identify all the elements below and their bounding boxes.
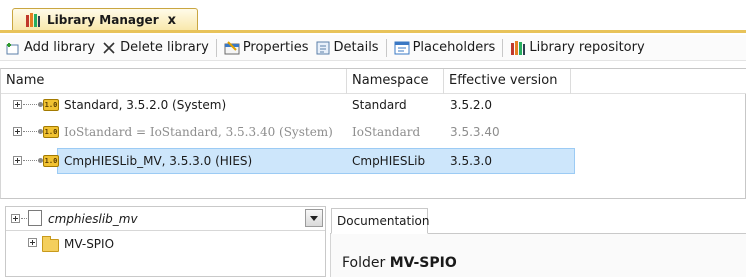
expand-icon[interactable]: [13, 127, 22, 136]
placeholders-icon: [394, 41, 410, 54]
column-header-name[interactable]: Name: [1, 69, 347, 94]
library-version-icon: 1.0: [43, 155, 59, 167]
details-icon: [316, 41, 330, 54]
library-name: Standard, 3.5.2.0 (System): [64, 98, 227, 112]
library-repository-label: Library repository: [529, 40, 645, 55]
properties-label: Properties: [242, 40, 309, 55]
add-library-label: Add library: [24, 40, 96, 55]
library-namespace: CmpHIESLib: [352, 154, 426, 168]
tree-connector: [23, 131, 39, 132]
library-repository-icon: [511, 40, 526, 55]
document-tab-strip: Library Manager x: [0, 0, 746, 34]
properties-button[interactable]: Properties: [221, 37, 312, 59]
library-repository-button[interactable]: Library repository: [507, 37, 647, 59]
details-label: Details: [333, 40, 379, 55]
delete-library-label: Delete library: [120, 40, 209, 55]
library-version-icon: 1.0: [43, 126, 59, 138]
expand-icon[interactable]: [28, 238, 37, 247]
toolbar-separator: [215, 38, 217, 57]
dropdown-arrow-icon[interactable]: [305, 209, 323, 227]
library-namespace: IoStandard: [352, 125, 421, 139]
properties-icon: [224, 40, 240, 54]
collapse-icon[interactable]: [11, 214, 20, 223]
library-name: IoStandard = IoStandard, 3.5.3.40 (Syste…: [64, 125, 333, 139]
placeholders-label: Placeholders: [412, 40, 496, 55]
column-header-effective-version[interactable]: Effective version: [444, 69, 571, 94]
library-version: 3.5.2.0: [450, 98, 492, 112]
expand-icon[interactable]: [13, 156, 22, 165]
library-icon: [26, 13, 40, 27]
folder-caption: Folder MV-SPIO: [342, 255, 457, 271]
library-root-label: cmphieslib_mv: [48, 212, 138, 226]
library-version: 3.5.3.40: [450, 125, 500, 139]
details-button[interactable]: Details: [312, 37, 382, 59]
delete-icon: [103, 41, 115, 54]
tab-library-manager[interactable]: Library Manager x: [12, 8, 198, 31]
add-library-icon: [6, 42, 19, 54]
library-version-icon: 1.0: [43, 99, 59, 111]
library-tree-pane: cmphieslib_mv MV-SPIO: [5, 206, 326, 277]
tree-item-label: MV-SPIO: [64, 237, 115, 251]
tree-connector: [23, 104, 39, 105]
library-grid: Name Namespace Effective version 1.0 Sta…: [0, 68, 746, 199]
tree-connector: [23, 160, 39, 161]
placeholders-button[interactable]: Placeholders: [391, 37, 499, 59]
table-row[interactable]: 1.0 IoStandard = IoStandard, 3.5.3.40 (S…: [1, 121, 746, 143]
close-icon[interactable]: x: [168, 13, 176, 28]
toolbar-separator: [502, 38, 504, 57]
tab-title: Library Manager: [47, 13, 159, 27]
documentation-body: Folder MV-SPIO: [330, 234, 746, 277]
documentation-pane: Documentation Folder MV-SPIO: [330, 206, 746, 277]
folder-icon: [42, 236, 59, 252]
library-file-icon: [28, 210, 42, 226]
table-row[interactable]: 1.0 CmpHIESLib_MV, 3.5.3.0 (HIES) CmpHIE…: [1, 150, 746, 172]
delete-library-button[interactable]: Delete library: [98, 37, 212, 59]
folder-caption-prefix: Folder: [342, 255, 390, 271]
toolbar: Add library Delete library Properties De…: [0, 35, 746, 61]
library-version: 3.5.3.0: [450, 154, 492, 168]
expand-icon[interactable]: [13, 100, 22, 109]
library-namespace: Standard: [352, 98, 407, 112]
folder-caption-name: MV-SPIO: [389, 255, 457, 271]
column-header-namespace[interactable]: Namespace: [347, 69, 444, 94]
add-library-button[interactable]: Add library: [2, 37, 98, 59]
table-row[interactable]: 1.0 Standard, 3.5.2.0 (System) Standard …: [1, 94, 746, 116]
library-selector[interactable]: cmphieslib_mv: [6, 207, 325, 231]
toolbar-separator: [385, 38, 387, 57]
tab-underline: [0, 30, 746, 33]
library-name: CmpHIESLib_MV, 3.5.3.0 (HIES): [64, 154, 253, 168]
tab-documentation[interactable]: Documentation: [331, 208, 430, 234]
grid-header: Name Namespace Effective version: [1, 69, 746, 94]
